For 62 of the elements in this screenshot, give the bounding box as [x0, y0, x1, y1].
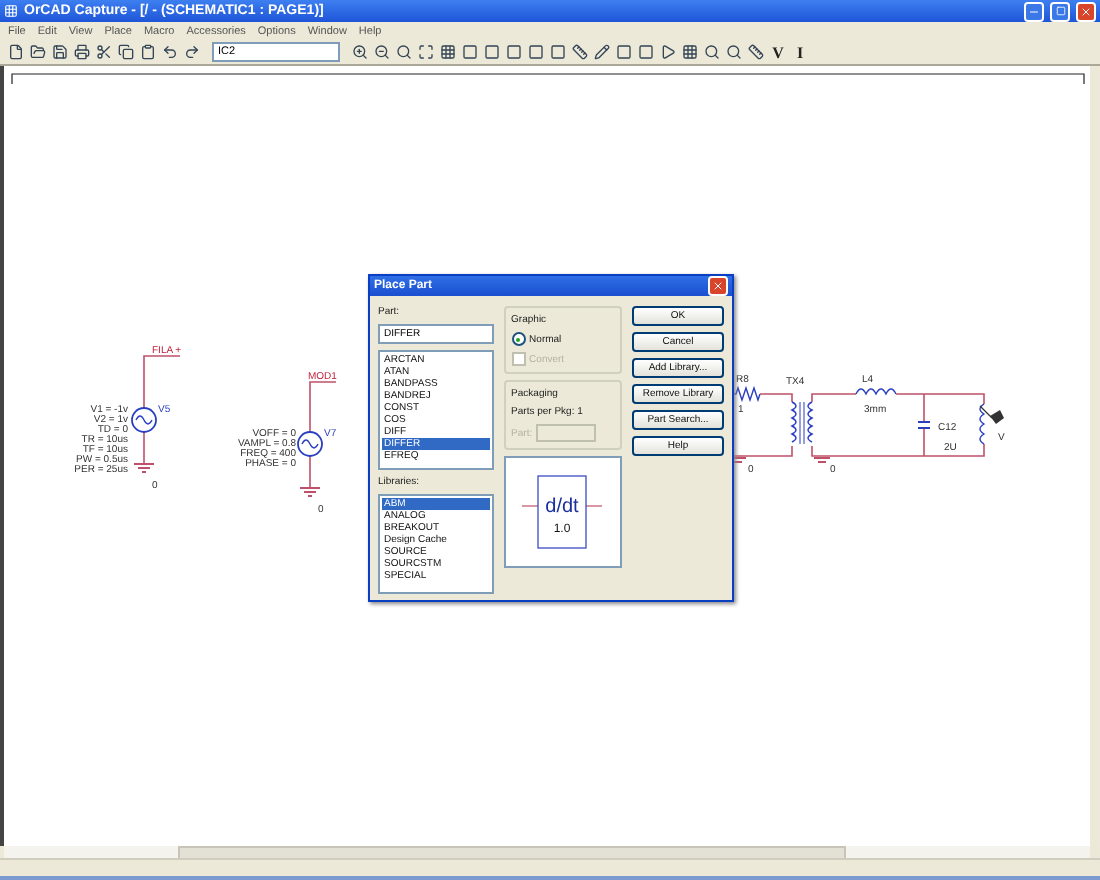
square-icon[interactable] — [482, 42, 502, 62]
undo-icon[interactable] — [160, 42, 180, 62]
wire — [811, 393, 857, 403]
zoom-in-icon[interactable] — [350, 42, 370, 62]
square-icon[interactable] — [526, 42, 546, 62]
toolbar-text-button[interactable]: V — [768, 42, 788, 62]
scissors-icon[interactable] — [94, 42, 114, 62]
grid-icon[interactable] — [680, 42, 700, 62]
minimize-button[interactable] — [1024, 1, 1044, 21]
voltage-source-icon — [131, 407, 157, 433]
printer-icon[interactable] — [72, 42, 92, 62]
close-icon — [1080, 5, 1092, 17]
toolbar-text-button[interactable]: I — [790, 42, 810, 62]
radio-button[interactable] — [511, 332, 526, 346]
copy-icon[interactable] — [116, 42, 136, 62]
close-icon — [712, 280, 724, 292]
resistor-icon — [731, 385, 761, 403]
fit-icon[interactable] — [416, 42, 436, 62]
search-icon[interactable] — [702, 42, 722, 62]
maximize-button[interactable] — [1050, 1, 1070, 21]
minimize-icon — [1028, 5, 1040, 17]
folder-icon[interactable] — [28, 42, 48, 62]
inductor-icon — [979, 403, 985, 445]
square-icon[interactable] — [636, 42, 656, 62]
pin-line — [522, 505, 540, 507]
symbol-text: d/dt — [545, 496, 580, 518]
wire — [731, 445, 793, 457]
inductor-icon — [855, 388, 897, 395]
capacitor-icon — [917, 421, 931, 429]
probe-icon — [979, 405, 1004, 424]
pin-line — [585, 505, 603, 507]
play-icon[interactable] — [658, 42, 678, 62]
wire — [759, 393, 793, 403]
square-icon[interactable] — [504, 42, 524, 62]
search-icon[interactable] — [394, 42, 414, 62]
clipboard-icon[interactable] — [138, 42, 158, 62]
transformer-icon — [791, 401, 813, 445]
wire — [143, 355, 181, 409]
ruler-icon[interactable] — [746, 42, 766, 62]
ground-icon — [813, 457, 831, 463]
square-icon[interactable] — [614, 42, 634, 62]
symbol-outline — [537, 475, 588, 549]
wire — [309, 381, 337, 433]
app-icon — [4, 4, 18, 18]
wire — [309, 455, 311, 489]
close-button[interactable] — [1076, 1, 1096, 21]
wire — [143, 431, 145, 465]
grid-icon[interactable] — [438, 42, 458, 62]
square-icon[interactable] — [548, 42, 568, 62]
square-icon[interactable] — [460, 42, 480, 62]
voltage-source-icon — [297, 431, 323, 457]
ground-icon — [299, 487, 321, 497]
save-icon[interactable] — [50, 42, 70, 62]
new-file-icon[interactable] — [6, 42, 26, 62]
ground-icon — [133, 463, 155, 473]
redo-icon[interactable] — [182, 42, 202, 62]
maximize-icon — [1055, 6, 1065, 16]
pencil-icon[interactable] — [592, 42, 612, 62]
close-button[interactable] — [708, 276, 728, 296]
zoom-out-icon[interactable] — [372, 42, 392, 62]
ruler-icon[interactable] — [570, 42, 590, 62]
search-icon[interactable] — [724, 42, 744, 62]
